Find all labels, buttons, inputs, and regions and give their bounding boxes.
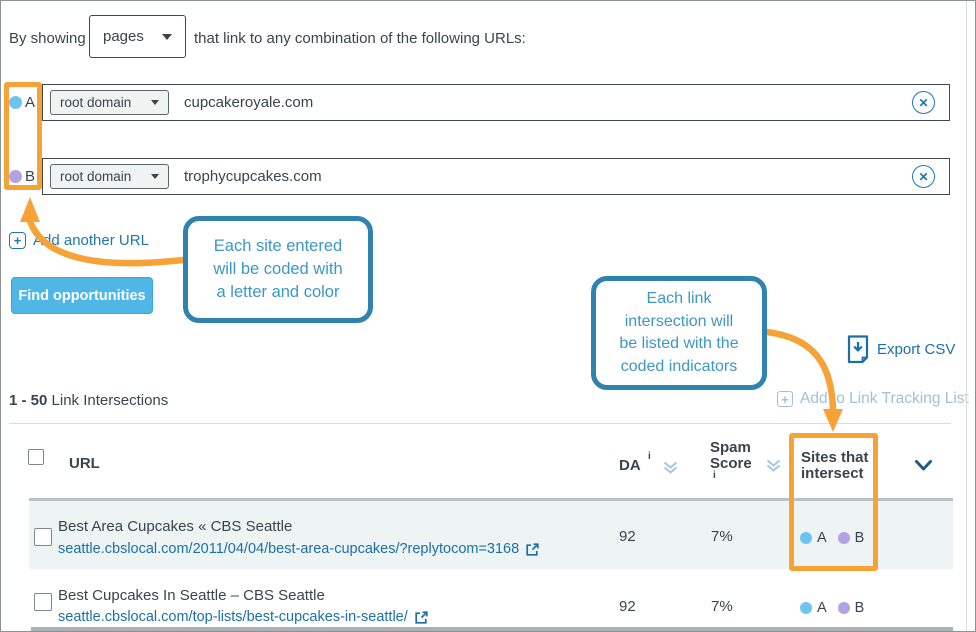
site-b-dot [838, 602, 850, 614]
result-type-select[interactable]: pages [89, 15, 186, 58]
chevron-down-icon [151, 174, 159, 179]
callout-line: will be coded with [188, 258, 368, 281]
remove-url-b-button[interactable]: ✕ [912, 165, 935, 188]
row-2-da-value: 92 [619, 598, 636, 615]
callout-line: Each site entered [188, 235, 368, 258]
site-indicator: A [817, 600, 827, 616]
add-another-url-link[interactable]: + Add another URL [9, 232, 149, 249]
site-a-dot [800, 602, 812, 614]
url-input-a[interactable]: root domain cupcakeroyale.com ✕ [42, 84, 950, 121]
row-2-url-text: seattle.cbslocal.com/top-lists/best-cupc… [58, 609, 408, 625]
callout-line: coded indicators [596, 356, 762, 379]
chevron-down-icon [151, 100, 159, 105]
export-csv-label: Export CSV [877, 341, 955, 358]
site-indicator: B [855, 530, 865, 546]
site-indicator: B [855, 600, 865, 616]
callout-line: intersection will [596, 311, 762, 334]
row-1-title: Best Area Cupcakes « CBS Seattle [58, 518, 292, 535]
column-header-sites-intersect: Sites that intersect [801, 450, 869, 481]
filter-suffix-label: that link to any combination of the foll… [194, 30, 526, 47]
url-type-select-a[interactable]: root domain [50, 90, 169, 115]
column-options-chevron-icon[interactable] [914, 459, 933, 472]
add-to-tracking-label: Add to Link Tracking List [800, 390, 969, 408]
site-b-dot [838, 532, 850, 544]
select-all-checkbox[interactable] [28, 449, 44, 465]
url-type-value-a: root domain [60, 95, 131, 110]
row-1-url-link[interactable]: seattle.cbslocal.com/2011/04/04/best-are… [58, 541, 540, 557]
column-header-url: URL [69, 456, 100, 472]
url-input-b[interactable]: root domain trophycupcakes.com ✕ [42, 158, 950, 195]
add-another-url-label: Add another URL [33, 232, 149, 249]
da-sort-icon[interactable] [662, 460, 679, 475]
add-to-link-tracking-list-link[interactable]: + Add to Link Tracking List [777, 390, 969, 408]
spam-sort-icon[interactable] [765, 458, 782, 473]
plus-icon: + [777, 391, 793, 407]
find-opportunities-label: Find opportunities [18, 288, 145, 304]
results-divider [9, 423, 951, 424]
column-header-spam-score: Spam Score [710, 440, 752, 471]
find-opportunities-button[interactable]: Find opportunities [11, 277, 153, 314]
close-icon: ✕ [918, 96, 928, 110]
callout-line: a letter and color [188, 281, 368, 304]
export-csv-link[interactable]: Export CSV [847, 335, 955, 364]
da-info-icon[interactable]: i [648, 451, 651, 462]
results-range: 1 - 50 [9, 392, 47, 409]
site-a-letter: A [25, 94, 35, 111]
chevron-down-icon [162, 34, 172, 40]
export-file-icon [847, 335, 869, 364]
url-type-select-b[interactable]: root domain [50, 164, 169, 189]
site-a-dot [9, 96, 22, 109]
callout-line: Each link [596, 288, 762, 311]
external-link-icon [525, 542, 540, 557]
site-b-dot [9, 170, 22, 183]
spam-info-icon[interactable]: i [713, 470, 716, 481]
row-2-sites-cell: A B [800, 600, 870, 616]
row-2-title: Best Cupcakes In Seattle – CBS Seattle [58, 587, 325, 604]
callout-site-coding: Each site entered will be coded with a l… [183, 216, 373, 323]
row-2-url-link[interactable]: seattle.cbslocal.com/top-lists/best-cupc… [58, 609, 429, 625]
row-1-url-text: seattle.cbslocal.com/2011/04/04/best-are… [58, 541, 519, 557]
row-1-spam-value: 7% [711, 528, 733, 545]
filter-prefix-label: By showing [9, 30, 86, 47]
site-b-letter: B [25, 168, 35, 185]
plus-icon: + [9, 232, 26, 249]
row-1-da-value: 92 [619, 528, 636, 545]
site-a-dot [800, 532, 812, 544]
row-1-sites-cell: A B [800, 530, 870, 546]
results-label: Link Intersections [52, 392, 169, 409]
url-value-b[interactable]: trophycupcakes.com [184, 168, 322, 185]
link-intersect-page: By showing pages that link to any combin… [0, 0, 976, 632]
spam-header-line2: Score [710, 456, 752, 472]
column-header-da: DA [619, 458, 641, 474]
remove-url-a-button[interactable]: ✕ [912, 91, 935, 114]
external-link-icon [414, 610, 429, 625]
sites-header-line1: Sites that [801, 450, 869, 466]
site-indicator: A [817, 530, 827, 546]
row-2-checkbox[interactable] [34, 593, 52, 611]
result-type-value: pages [103, 28, 144, 45]
callout-line: be listed with the [596, 333, 762, 356]
row-2-spam-value: 7% [711, 598, 733, 615]
page-right-border [966, 1, 967, 632]
close-icon: ✕ [918, 170, 928, 184]
sites-header-line2: intersect [801, 466, 869, 482]
next-row-divider [31, 627, 953, 631]
callout-intersection-coding: Each link intersection will be listed wi… [591, 276, 767, 390]
url-type-value-b: root domain [60, 169, 131, 184]
spam-header-line1: Spam [710, 440, 752, 456]
url-value-a[interactable]: cupcakeroyale.com [184, 94, 313, 111]
results-count: 1 - 50 Link Intersections [9, 392, 168, 409]
row-1-checkbox[interactable] [34, 528, 52, 546]
